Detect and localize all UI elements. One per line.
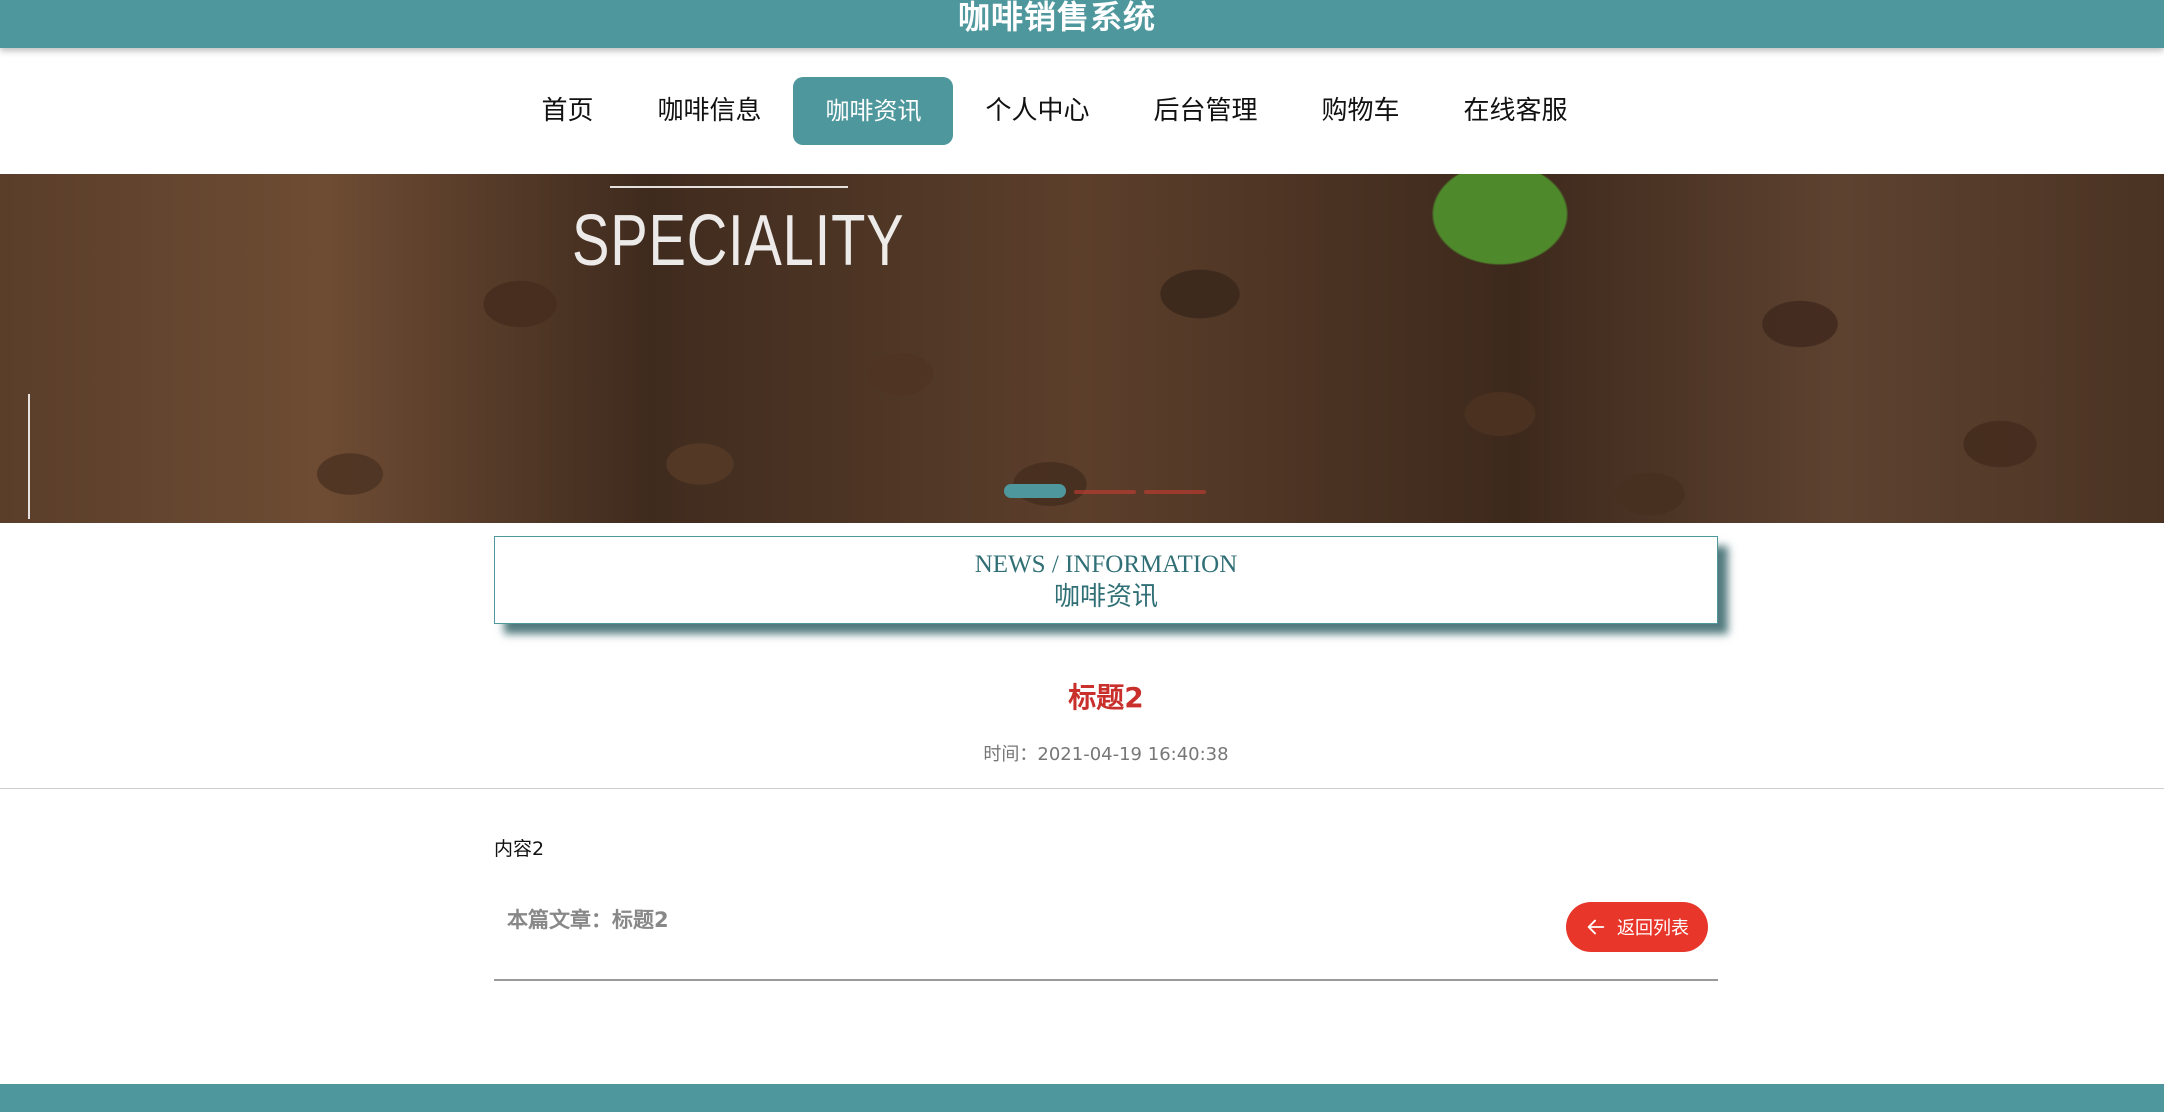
carousel-dot[interactable] (1004, 484, 1066, 498)
banner-edge-line (28, 394, 30, 519)
top-header-bar: 咖啡销售系统 (0, 0, 2164, 48)
banner-decor-line (610, 186, 848, 188)
arrow-left-icon (1587, 919, 1605, 935)
nav-item-coffee-info[interactable]: 咖啡信息 (625, 77, 793, 145)
back-to-list-label: 返回列表 (1617, 918, 1689, 939)
main-nav: 首页 咖啡信息 咖啡资讯 个人中心 后台管理 购物车 在线客服 (0, 77, 2164, 145)
nav-item-customer-service[interactable]: 在线客服 (1432, 77, 1600, 145)
carousel-dot[interactable] (1144, 490, 1206, 494)
article-title: 标题2 (1068, 681, 1144, 714)
current-article-label: 本篇文章： (507, 908, 612, 932)
back-to-list-button[interactable]: 返回列表 (1566, 902, 1708, 952)
banner-text: SPECIALITY (572, 201, 905, 281)
nav-item-cart[interactable]: 购物车 (1290, 77, 1432, 145)
time-value: 2021-04-19 16:40:38 (1037, 744, 1229, 765)
time-label: 时间： (983, 744, 1038, 765)
site-title: 咖啡销售系统 (957, 0, 1156, 36)
nav-item-personal-center[interactable]: 个人中心 (953, 77, 1121, 145)
section-title-en: NEWS / INFORMATION (974, 551, 1238, 578)
footer-bar (0, 1084, 2164, 1112)
article-content: 内容2 (494, 838, 545, 860)
section-title-cn: 咖啡资讯 (1053, 582, 1158, 611)
current-article-title: 标题2 (612, 908, 669, 932)
carousel-indicators (1004, 484, 1206, 498)
nav-item-admin[interactable]: 后台管理 (1122, 77, 1290, 145)
bottom-divider (494, 979, 1718, 981)
nav-item-home[interactable]: 首页 (509, 77, 625, 145)
divider (0, 788, 2164, 789)
carousel-dot[interactable] (1074, 490, 1136, 494)
article-time: 时间：2021-04-19 16:40:38 (494, 740, 1718, 766)
section-header: NEWS / INFORMATION 咖啡资讯 (494, 536, 1718, 624)
nav-item-coffee-news[interactable]: 咖啡资讯 (793, 77, 954, 145)
banner-carousel[interactable]: SPECIALITY (0, 174, 2164, 523)
current-article: 本篇文章：标题2 (507, 904, 669, 934)
